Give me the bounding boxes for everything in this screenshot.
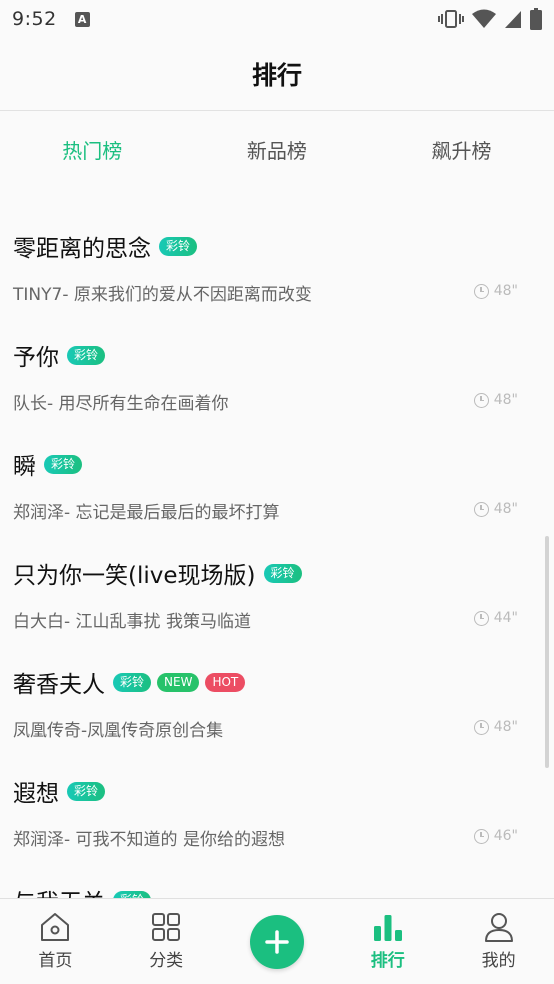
song-artist: 郑润泽- 可我不知道的 是你给的遐想 bbox=[13, 830, 285, 850]
song-artist: 队长- 用尽所有生命在画着你 bbox=[13, 394, 229, 414]
clock-icon bbox=[473, 283, 489, 299]
song-title: 予你 bbox=[13, 345, 59, 371]
list-item[interactable]: 只为你一笑(live现场版) 彩铃 白大白- 江山乱事扰 我策马临道 44" bbox=[0, 553, 554, 662]
song-title: 与我无关 bbox=[13, 883, 105, 898]
signal-icon bbox=[505, 11, 521, 28]
grid-icon bbox=[152, 913, 181, 941]
status-icons bbox=[438, 8, 542, 30]
ringtone-badge: 彩铃 bbox=[67, 345, 106, 365]
song-list[interactable]: 零距离的思念 彩铃 TINY7- 原来我们的爱从不因距离而改变 48" 予你 彩… bbox=[0, 186, 554, 898]
ringtone-badge: 彩铃 bbox=[263, 563, 302, 583]
list-scrollbar[interactable] bbox=[545, 536, 549, 768]
list-item[interactable]: 遐想 彩铃 郑润泽- 可我不知道的 是你给的遐想 46" bbox=[0, 771, 554, 880]
song-title: 瞬 bbox=[13, 454, 36, 480]
song-title: 只为你一笑(live现场版) bbox=[13, 563, 256, 589]
add-button[interactable] bbox=[249, 914, 304, 969]
ringtone-badge: 彩铃 bbox=[113, 672, 152, 692]
clock-icon bbox=[473, 501, 489, 517]
status-time: 9:52 bbox=[12, 8, 57, 30]
list-item-partial-top bbox=[0, 186, 554, 190]
page-title: 排行 bbox=[251, 61, 302, 90]
plus-icon bbox=[265, 929, 289, 954]
nav-rank[interactable]: 排行 bbox=[332, 899, 443, 984]
song-duration: 48" bbox=[473, 501, 518, 517]
tab-new[interactable]: 新品榜 bbox=[185, 112, 370, 186]
clock-icon bbox=[473, 719, 489, 735]
song-artist: TINY7- 原来我们的爱从不因距离而改变 bbox=[13, 285, 312, 305]
song-duration: 46" bbox=[473, 828, 518, 844]
song-title: 奢香夫人 bbox=[13, 672, 105, 698]
clock-icon bbox=[473, 392, 489, 408]
battery-icon bbox=[530, 8, 542, 30]
nav-category[interactable]: 分类 bbox=[111, 899, 222, 984]
ringtone-badge: 彩铃 bbox=[44, 454, 83, 474]
vibrate-icon bbox=[438, 10, 464, 28]
status-bar: 9:52 A bbox=[0, 0, 554, 38]
user-icon bbox=[484, 913, 513, 942]
song-duration: 48" bbox=[473, 392, 518, 408]
nav-home[interactable]: 首页 bbox=[0, 899, 111, 984]
ringtone-badge: 彩铃 bbox=[159, 236, 198, 256]
wifi-icon bbox=[472, 9, 496, 28]
bottom-nav: 首页 分类 排行 我的 bbox=[0, 898, 554, 984]
hot-badge: HOT bbox=[205, 672, 246, 692]
list-item[interactable]: 奢香夫人 彩铃 NEW HOT 凤凰传奇-凤凰传奇原创合集 48" bbox=[0, 662, 554, 771]
list-item[interactable]: 瞬 彩铃 郑润泽- 忘记是最后最后的最坏打算 48" bbox=[0, 444, 554, 553]
tab-rising[interactable]: 飙升榜 bbox=[369, 112, 554, 186]
tab-hot[interactable]: 热门榜 bbox=[0, 112, 185, 186]
chart-icon bbox=[373, 915, 402, 941]
list-item[interactable]: 予你 彩铃 队长- 用尽所有生命在画着你 48" bbox=[0, 335, 554, 444]
song-title: 零距离的思念 bbox=[13, 236, 151, 262]
clock-icon bbox=[473, 828, 489, 844]
list-item[interactable]: 与我无关 彩铃 bbox=[0, 880, 554, 898]
song-artist: 白大白- 江山乱事扰 我策马临道 bbox=[13, 612, 251, 632]
rank-tabs: 热门榜 新品榜 飙升榜 bbox=[0, 112, 554, 186]
ringtone-badge: 彩铃 bbox=[67, 781, 106, 801]
ringtone-badge: 彩铃 bbox=[113, 890, 152, 898]
list-item[interactable]: 零距离的思念 彩铃 TINY7- 原来我们的爱从不因距离而改变 48" bbox=[0, 226, 554, 335]
nav-mine[interactable]: 我的 bbox=[443, 899, 554, 984]
song-artist: 凤凰传奇-凤凰传奇原创合集 bbox=[13, 721, 224, 741]
song-title: 遐想 bbox=[13, 781, 59, 807]
new-badge: NEW bbox=[157, 672, 200, 692]
song-artist: 郑润泽- 忘记是最后最后的最坏打算 bbox=[13, 503, 280, 523]
title-bar: 排行 bbox=[0, 38, 554, 111]
song-duration: 48" bbox=[473, 283, 518, 299]
accessibility-a-icon: A bbox=[74, 11, 90, 27]
nav-add[interactable] bbox=[222, 899, 333, 984]
clock-icon bbox=[473, 610, 489, 626]
song-duration: 48" bbox=[473, 719, 518, 735]
song-duration: 44" bbox=[473, 610, 518, 626]
home-icon bbox=[41, 913, 70, 941]
